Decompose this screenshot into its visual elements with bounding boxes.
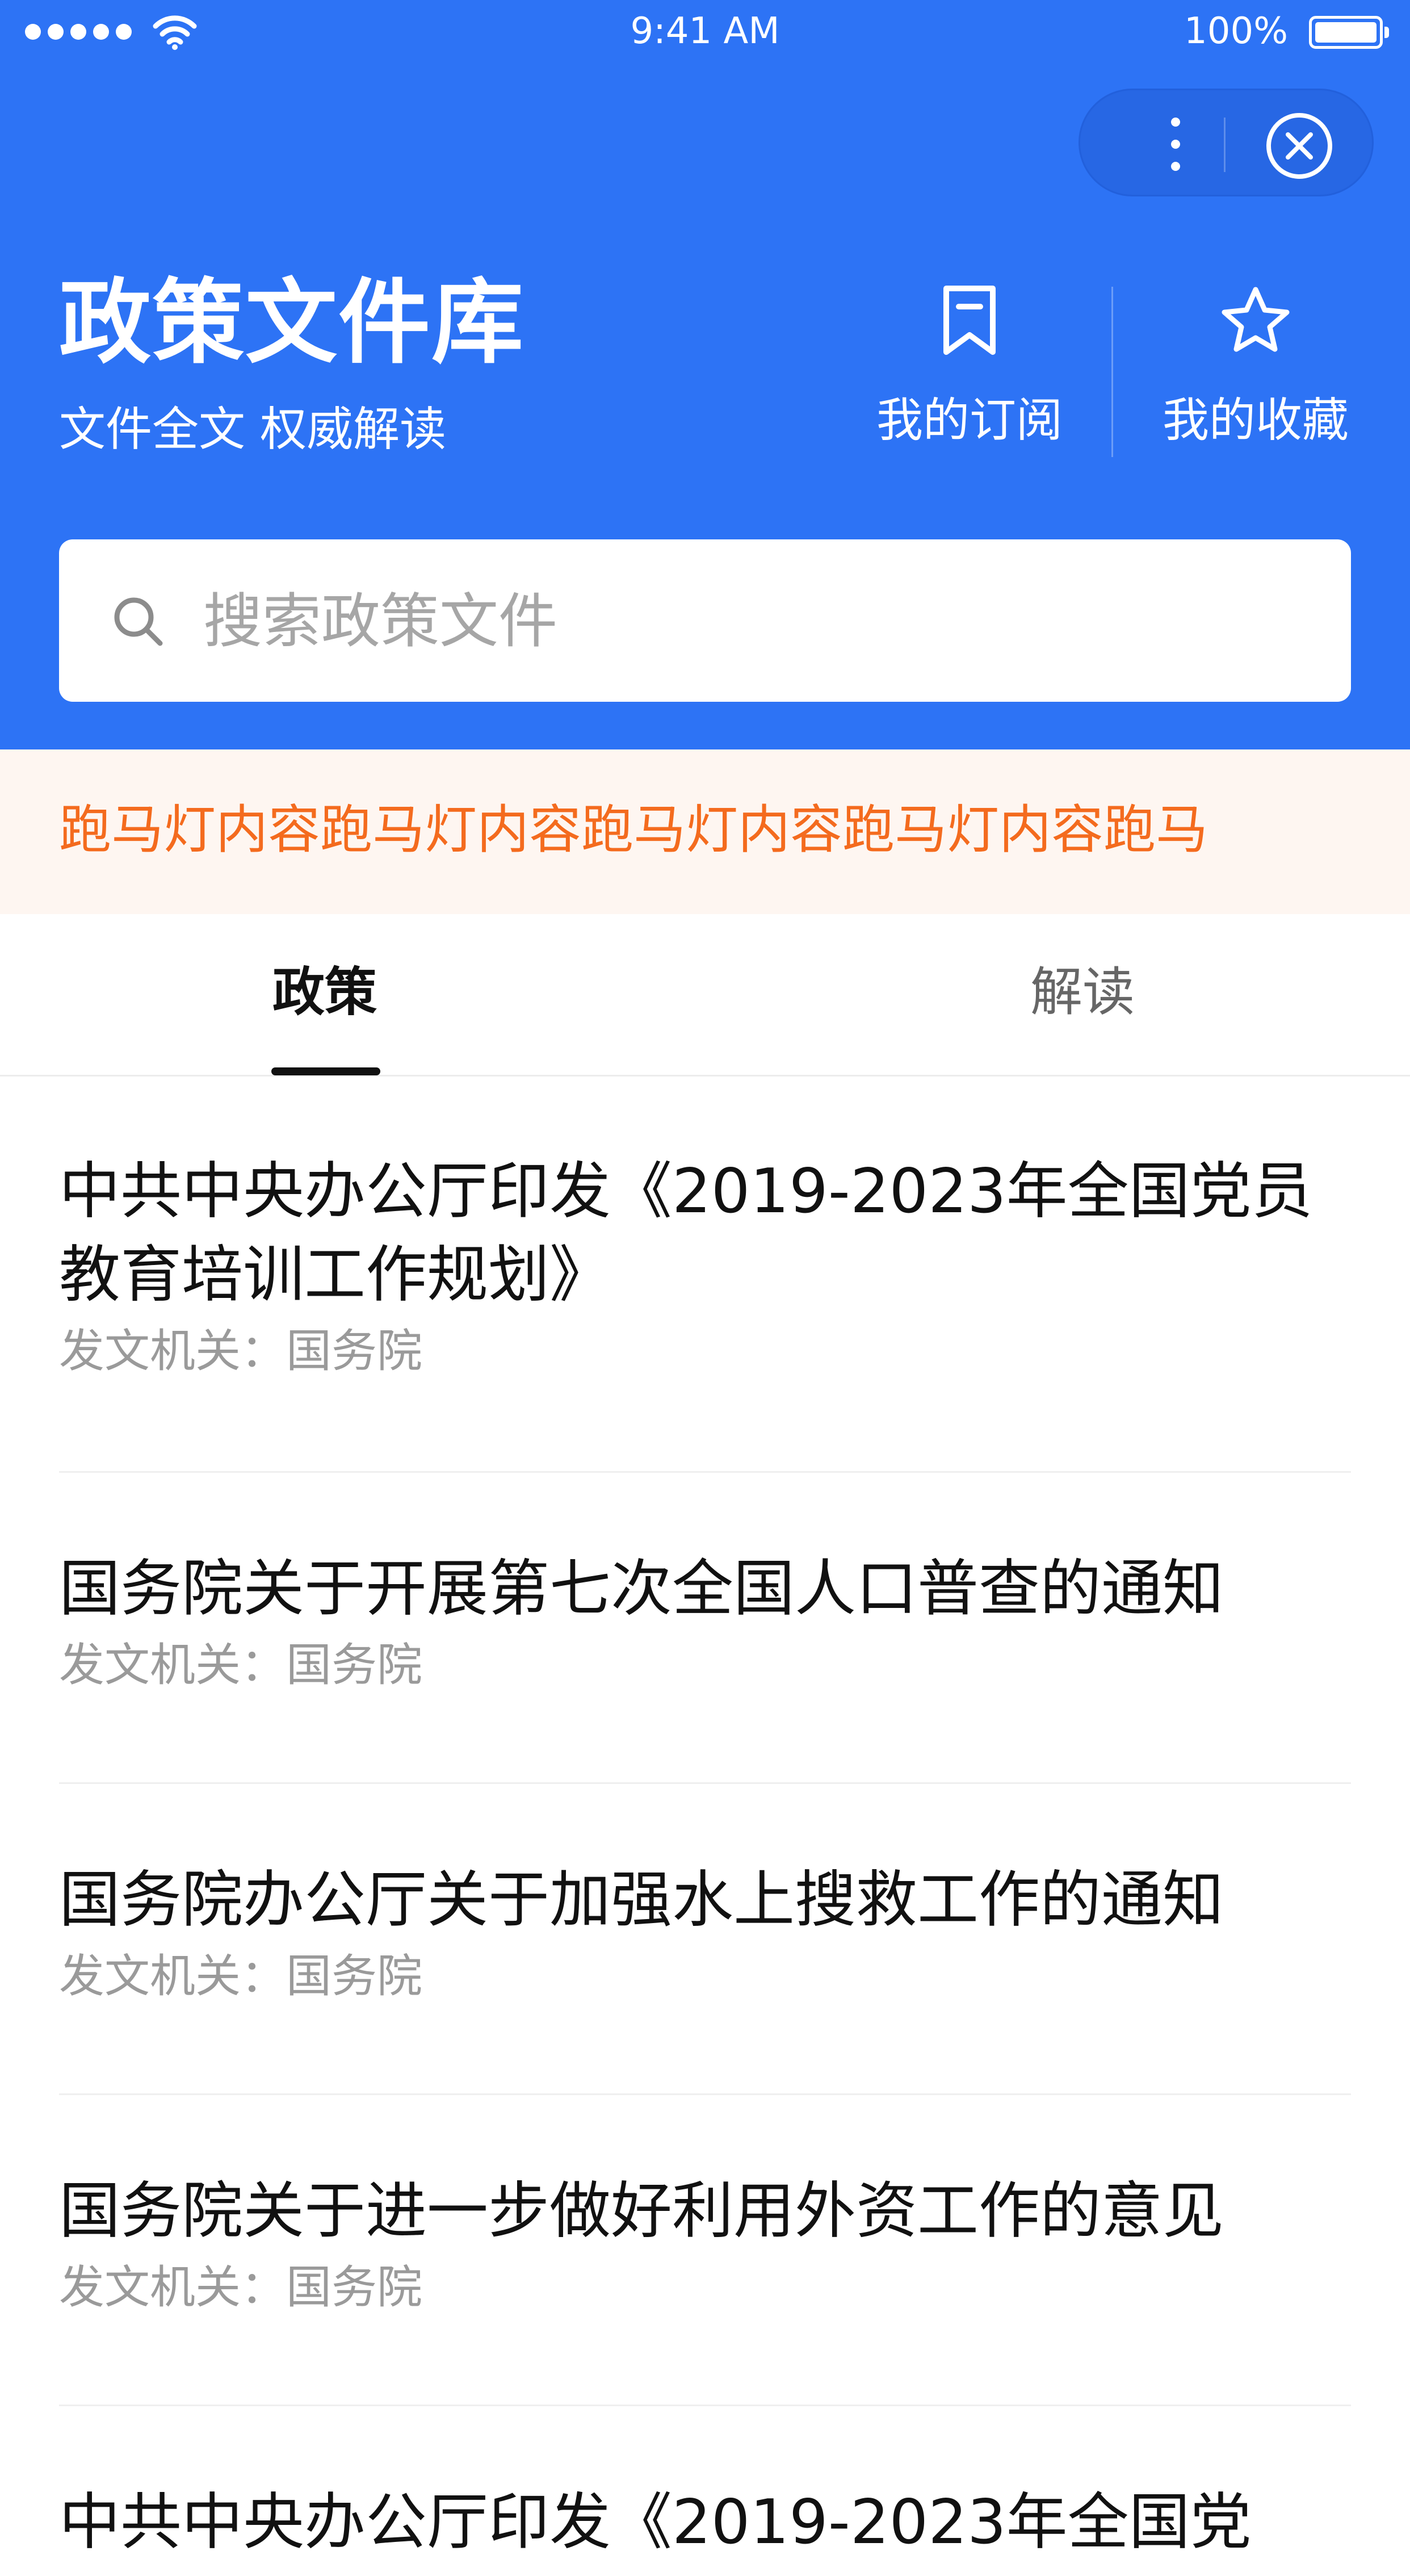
list-item-issuer: 发文机关：国务院 <box>59 1949 422 2003</box>
tab-bar: 政策 解读 <box>0 914 1410 1077</box>
list-divider <box>59 1471 1351 1473</box>
list-item-issuer: 发文机关：国务院 <box>59 1638 422 1691</box>
list-item-title: 中共中央办公厅印发《2019-2023年全国党 <box>59 2487 1252 2558</box>
tab-policy[interactable]: 政策 <box>272 966 377 1019</box>
page-title: 政策文件库 <box>59 270 524 376</box>
list-item[interactable]: 国务院关于进一步做好利用外资工作的意见 发文机关：国务院 <box>59 2170 1351 2310</box>
list-divider <box>59 2405 1351 2406</box>
battery-icon <box>1309 16 1389 49</box>
more-button[interactable] <box>1143 113 1205 175</box>
mini-program-capsule <box>1079 89 1374 196</box>
page-subtitle: 文件全文 权威解读 <box>59 403 447 456</box>
header: 9:41 AM 100% 政策文件库 文件全文 权威解读 我的订阅 我的收藏 <box>0 0 1410 749</box>
search-bar[interactable] <box>59 539 1351 702</box>
list-item-issuer: 发文机关：国务院 <box>59 2260 422 2314</box>
marquee-text: 跑马灯内容跑马灯内容跑马灯内容跑马灯内容跑马 <box>59 799 1208 860</box>
capsule-divider <box>1224 118 1226 172</box>
tab-indicator <box>271 1067 380 1075</box>
search-input[interactable] <box>202 572 1283 670</box>
my-favorites-button[interactable]: 我的收藏 <box>1148 284 1363 444</box>
close-icon[interactable] <box>1264 111 1335 181</box>
battery-percent: 100% <box>1184 10 1288 52</box>
status-bar: 9:41 AM 100% <box>0 0 1410 68</box>
list-item[interactable]: 国务院关于开展第七次全国人口普查的通知 发文机关：国务院 <box>59 1548 1351 1688</box>
tab-interpretation[interactable]: 解读 <box>1030 966 1135 1019</box>
star-icon <box>1222 287 1290 352</box>
my-subscriptions-label: 我的订阅 <box>876 393 1063 447</box>
my-favorites-label: 我的收藏 <box>1162 393 1349 447</box>
list-item[interactable]: 中共中央办公厅印发《2019-2023年全国党员教育培训工作规划》 发文机关：国… <box>59 1150 1351 1374</box>
bookmark-icon <box>943 286 996 355</box>
marquee-banner: 跑马灯内容跑马灯内容跑马灯内容跑马灯内容跑马 <box>0 749 1410 914</box>
list-item-issuer: 发文机关：国务院 <box>59 1324 422 1377</box>
header-divider <box>1111 287 1113 457</box>
list-item-title: 国务院关于开展第七次全国人口普查的通知 <box>59 1553 1224 1624</box>
list-divider <box>59 1782 1351 1784</box>
search-icon <box>114 597 163 646</box>
list-item-title: 国务院关于进一步做好利用外资工作的意见 <box>59 2176 1224 2247</box>
list-divider <box>59 2093 1351 2095</box>
list-item-title: 国务院办公厅关于加强水上搜救工作的通知 <box>59 1865 1224 1936</box>
list-item-title: 中共中央办公厅印发《2019-2023年全国党员教育培训工作规划》 <box>59 1156 1313 1310</box>
my-subscriptions-button[interactable]: 我的订阅 <box>862 284 1077 444</box>
list-item[interactable]: 国务院办公厅关于加强水上搜救工作的通知 发文机关：国务院 <box>59 1859 1351 1999</box>
list-item[interactable]: 中共中央办公厅印发《2019-2023年全国党 <box>59 2481 1351 2576</box>
